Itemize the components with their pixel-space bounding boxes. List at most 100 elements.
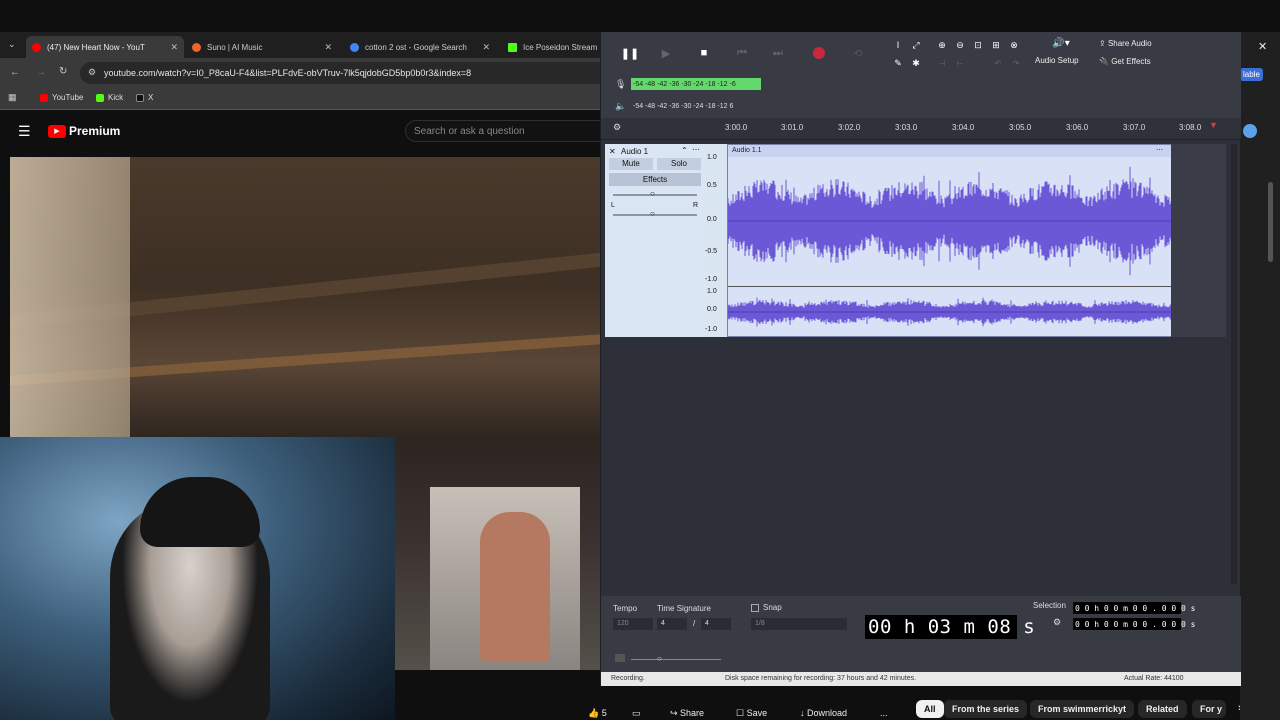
- get-effects-button[interactable]: 🔌 Get Effects: [1099, 57, 1151, 66]
- playback-meter[interactable]: -54 -48 -42 -36 -30 -24 -18 -12 6: [631, 100, 761, 112]
- chip-related[interactable]: Related: [1138, 700, 1187, 718]
- snap-dropdown[interactable]: 1/8: [751, 618, 847, 630]
- playback-meter-scale: -54 -48 -42 -36 -30 -24 -18 -12 6: [633, 102, 734, 110]
- share-audio-button[interactable]: ⇪ Share Audio: [1099, 39, 1152, 48]
- apps-grid-icon[interactable]: ▦: [8, 92, 17, 103]
- selection-start-field[interactable]: 0 0 h 0 0 m 0 0 . 0 0 0 s: [1073, 602, 1195, 614]
- play-at-speed-icon[interactable]: [615, 654, 625, 662]
- collapse-icon[interactable]: ⌃: [681, 146, 688, 155]
- search-input[interactable]: Search or ask a question: [405, 120, 600, 142]
- close-window-icon[interactable]: ✕: [1258, 40, 1267, 53]
- close-icon[interactable]: ✕: [482, 42, 490, 53]
- multi-tool-icon[interactable]: ✱: [905, 52, 927, 74]
- record-button[interactable]: [808, 42, 830, 64]
- close-icon[interactable]: ✕: [324, 42, 332, 53]
- bookmark-label: X: [148, 93, 154, 102]
- track-empty-area[interactable]: [1171, 144, 1226, 337]
- youtube-logo[interactable]: ▶ Premium: [48, 124, 120, 138]
- download-label: Download: [807, 708, 848, 718]
- bookmark-x[interactable]: X: [136, 93, 153, 102]
- vertical-scrollbar[interactable]: [1231, 144, 1237, 584]
- webcam-overlay: [0, 437, 395, 720]
- tempo-input[interactable]: 120: [613, 618, 653, 630]
- microphone-icon: 🎙: [615, 79, 627, 89]
- extension-badge[interactable]: lable: [1240, 68, 1263, 81]
- site-info-icon[interactable]: ⚙: [88, 67, 96, 78]
- forward-icon[interactable]: →: [36, 67, 46, 78]
- url-field[interactable]: ⚙ youtube.com/watch?v=I0_P8caU-F4&list=P…: [80, 62, 600, 84]
- skip-start-button[interactable]: ⏮: [731, 42, 753, 64]
- playback-speaker-icon: 🔈: [615, 101, 627, 111]
- save-button[interactable]: ☐ Save: [736, 708, 767, 719]
- profile-avatar[interactable]: [1243, 124, 1257, 138]
- chip-from-channel[interactable]: From swimmerrickyt: [1030, 700, 1135, 718]
- record-meter[interactable]: -54 -48 -42 -36 -30 -24 -18 -12 -6: [631, 78, 761, 90]
- silence-icon[interactable]: ⊢: [949, 52, 971, 74]
- close-icon[interactable]: ✕: [170, 42, 178, 53]
- timeline-tick: 3:00.0: [725, 123, 748, 132]
- clip-menu-icon[interactable]: ⋯: [1156, 145, 1163, 157]
- selection-end-field[interactable]: 0 0 h 0 0 m 0 0 . 0 0 0 s: [1073, 618, 1195, 630]
- speed-slider-handle-icon[interactable]: ○: [657, 654, 662, 663]
- pan-slider-handle-icon[interactable]: ○: [650, 209, 655, 218]
- playhead-icon[interactable]: ▼: [1209, 120, 1218, 130]
- time-display[interactable]: 00 h 03 m 08 s: [865, 615, 1035, 639]
- chip-from-series[interactable]: From the series: [944, 700, 1028, 718]
- timeline-ruler[interactable]: ⚙ 3:00.0 3:01.0 3:02.0 3:03.0 3:04.0 3:0…: [601, 118, 1241, 140]
- pause-button[interactable]: ❚❚: [619, 42, 641, 64]
- stop-button[interactable]: ■: [693, 42, 715, 64]
- tab-search-icon[interactable]: ⌄: [8, 39, 16, 50]
- gain-slider-handle-icon[interactable]: ○: [650, 189, 655, 198]
- close-track-icon[interactable]: ✕: [609, 147, 616, 156]
- share-label: Share: [680, 708, 705, 718]
- audio-setup-button[interactable]: Audio Setup: [1035, 56, 1079, 65]
- redo-icon[interactable]: ↷: [1005, 52, 1027, 74]
- track-menu-icon[interactable]: ⋯: [692, 145, 700, 154]
- play-button[interactable]: ▶: [655, 42, 677, 64]
- timeline-settings-icon[interactable]: ⚙: [613, 122, 621, 133]
- selection-settings-icon[interactable]: ⚙: [1053, 617, 1061, 628]
- snap-label: Snap: [763, 603, 782, 612]
- scrollbar-thumb[interactable]: [1268, 182, 1273, 262]
- speed-slider[interactable]: [631, 659, 721, 660]
- tab-kick[interactable]: Ice Poseidon Stream: [502, 36, 600, 58]
- menu-icon[interactable]: ☰: [18, 123, 31, 140]
- tab-suno[interactable]: Suno | AI Music ✕: [186, 36, 338, 58]
- get-effects-label: Get Effects: [1111, 57, 1151, 66]
- share-button[interactable]: ↪ Share: [670, 708, 704, 719]
- time-sig-slash: /: [693, 619, 696, 628]
- reload-icon[interactable]: ↻: [59, 66, 67, 77]
- dislike-icon[interactable]: ▭: [632, 708, 641, 719]
- loop-button[interactable]: ⟲: [847, 42, 869, 64]
- video-frame-wall: [10, 157, 130, 437]
- audio-clip[interactable]: Audio 1.1 ⋯: [727, 144, 1173, 337]
- bookmark-youtube[interactable]: YouTube: [40, 93, 83, 102]
- record-icon: [813, 47, 825, 59]
- skip-end-button[interactable]: ⏭: [767, 42, 789, 64]
- tab-google[interactable]: cotton 2 ost - Google Search ✕: [344, 36, 496, 58]
- download-button[interactable]: ↓ Download: [800, 708, 847, 718]
- speaker-icon[interactable]: 🔊▾: [1037, 38, 1085, 49]
- timeline-tick: 3:02.0: [838, 123, 861, 132]
- chip-all[interactable]: All: [916, 700, 944, 718]
- gain-slider[interactable]: [613, 194, 697, 196]
- track-name[interactable]: Audio 1: [621, 147, 648, 156]
- scale-label: -1.0: [705, 326, 718, 333]
- mute-button[interactable]: Mute: [609, 158, 653, 170]
- time-sig-numerator[interactable]: 4: [657, 618, 687, 630]
- more-button[interactable]: ...: [880, 708, 888, 718]
- bookmark-kick[interactable]: Kick: [96, 93, 123, 102]
- pan-slider[interactable]: [613, 214, 697, 216]
- timeline-tick: 3:05.0: [1009, 123, 1032, 132]
- clip-header[interactable]: Audio 1.1 ⋯: [728, 145, 1171, 157]
- bookmark-label: YouTube: [52, 93, 84, 102]
- chip-for-you[interactable]: For y: [1192, 700, 1226, 718]
- effects-button[interactable]: Effects: [609, 173, 701, 186]
- waveform-area[interactable]: 1.0 0.5 0.0 -0.5 -1.0 1.0 0.0 -1.0 Audio…: [705, 144, 1226, 337]
- like-button[interactable]: 👍 5: [588, 708, 607, 719]
- solo-button[interactable]: Solo: [657, 158, 701, 170]
- tab-youtube[interactable]: (47) New Heart Now - YouT ✕: [26, 36, 184, 58]
- back-icon[interactable]: ←: [10, 67, 20, 78]
- snap-checkbox[interactable]: [751, 604, 759, 612]
- time-sig-denominator[interactable]: 4: [701, 618, 731, 630]
